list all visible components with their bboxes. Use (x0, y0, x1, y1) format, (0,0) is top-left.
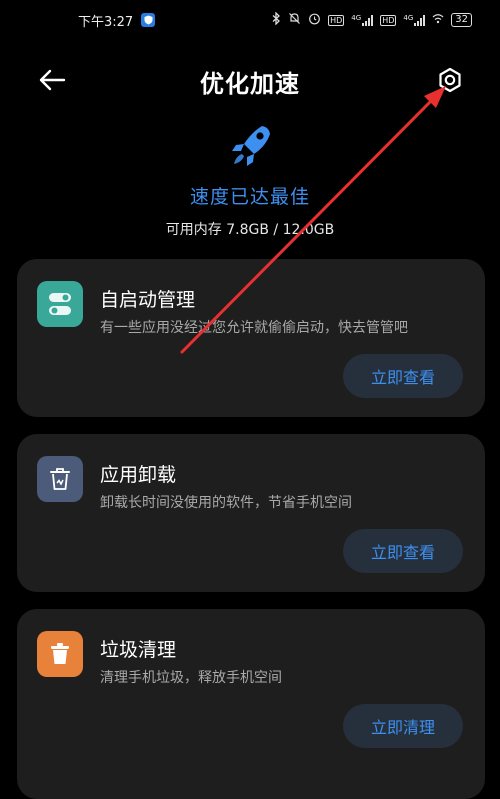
battery-indicator: 32 (451, 13, 472, 27)
hd-badge-2: HD (380, 14, 397, 26)
mute-bell-icon (288, 12, 301, 28)
status-bar: 下午3:27 HD 4G HD 4G 32 (0, 0, 500, 40)
status-left: 下午3:27 (78, 11, 156, 30)
network-type-2: 4G (403, 13, 414, 22)
rocket-icon (232, 126, 270, 166)
page-title: 优化加速 (200, 70, 300, 98)
speed-status: 速度已达最佳 (189, 186, 310, 208)
status-time: 下午3:27 (78, 14, 134, 30)
trash-box-icon (37, 456, 83, 502)
card-description: 卸载长时间没使用的软件，节省手机空间 (100, 495, 352, 511)
card-cleanup: 垃圾清理 清理手机垃圾，释放手机空间 立即清理 (17, 609, 485, 799)
network-type-1: 4G (351, 13, 362, 22)
signal-icon-2 (414, 14, 426, 26)
hero-section: 速度已达最佳 可用内存 7.8GB / 12.0GB (0, 118, 500, 239)
view-now-button[interactable]: 立即查看 (343, 529, 463, 573)
trash-icon (37, 631, 83, 677)
toggle-icon (37, 281, 83, 327)
card-description: 清理手机垃圾，释放手机空间 (100, 670, 282, 686)
signal-1: 4G (351, 13, 374, 26)
shield-app-icon (141, 13, 156, 27)
signal-2: 4G (403, 13, 426, 26)
view-now-button[interactable]: 立即查看 (343, 354, 463, 398)
alarm-icon (308, 12, 321, 28)
status-right: HD 4G HD 4G 32 (272, 11, 472, 28)
settings-gear-icon[interactable] (434, 64, 466, 96)
memory-info: 可用内存 7.8GB / 12.0GB (165, 222, 335, 238)
card-title: 自启动管理 (100, 289, 196, 311)
bluetooth-icon (272, 11, 281, 28)
wifi-icon (432, 13, 444, 27)
card-description: 有一些应用没经过您允许就偷偷启动，快去管管吧 (100, 320, 408, 336)
header: 优化加速 (0, 52, 500, 108)
card-autostart: 自启动管理 有一些应用没经过您允许就偷偷启动，快去管管吧 立即查看 (17, 259, 485, 417)
signal-icon (362, 14, 374, 26)
card-title: 应用卸载 (100, 464, 177, 486)
card-title: 垃圾清理 (100, 639, 177, 661)
card-uninstall: 应用卸载 卸载长时间没使用的软件，节省手机空间 立即查看 (17, 434, 485, 592)
clean-now-button[interactable]: 立即清理 (343, 704, 463, 748)
hd-badge: HD (328, 14, 345, 26)
